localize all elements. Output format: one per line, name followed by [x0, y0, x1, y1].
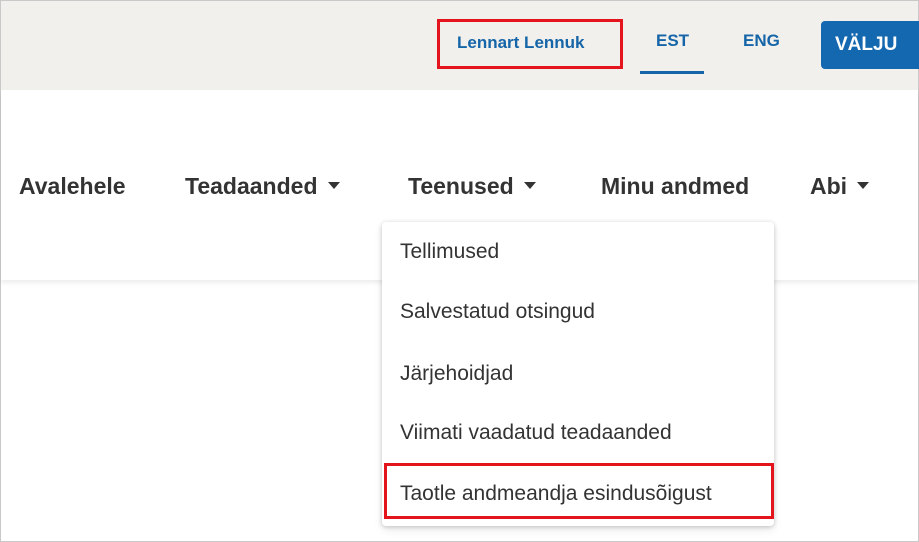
language-est-link[interactable]: EST [656, 31, 689, 51]
nav-notices[interactable]: Teadaanded [185, 173, 340, 200]
nav-notices-label: Teadaanded [185, 173, 318, 199]
menu-item-saved-searches[interactable]: Salvestatud otsingud [400, 300, 595, 324]
menu-item-bookmarks[interactable]: Järjehoidjad [400, 362, 513, 386]
nav-my-data-label: Minu andmed [601, 173, 750, 199]
nav-my-data[interactable]: Minu andmed [601, 173, 749, 200]
nav-help-label: Abi [810, 173, 848, 199]
menu-item-recently-viewed-notices[interactable]: Viimati vaadatud teadaanded [400, 421, 672, 445]
language-eng-link[interactable]: ENG [743, 31, 780, 51]
nav-home-label: Avalehele [19, 173, 126, 199]
menu-item-highlight [384, 463, 774, 519]
caret-down-icon [857, 182, 870, 190]
caret-down-icon [523, 182, 536, 190]
caret-down-icon [327, 182, 340, 190]
user-name-highlight [437, 19, 623, 69]
nav-help[interactable]: Abi [810, 173, 870, 200]
active-language-indicator [640, 71, 704, 74]
nav-services-label: Teenused [408, 173, 514, 199]
menu-item-orders[interactable]: Tellimused [400, 240, 499, 264]
logout-button[interactable]: VÄLJU [821, 21, 919, 69]
nav-home[interactable]: Avalehele [19, 173, 126, 200]
nav-services[interactable]: Teenused [408, 173, 536, 200]
